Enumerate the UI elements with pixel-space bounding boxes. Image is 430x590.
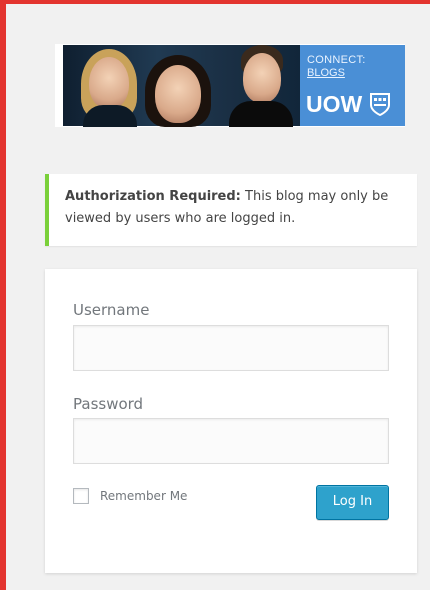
username-label: Username bbox=[73, 301, 150, 319]
login-form: Username Password Remember Me Log In bbox=[45, 269, 417, 573]
password-input[interactable] bbox=[73, 418, 389, 464]
username-input[interactable] bbox=[73, 325, 389, 371]
remember-me-checkbox[interactable] bbox=[73, 488, 89, 504]
connect-text: CONNECT: bbox=[307, 54, 366, 66]
banner-photo bbox=[63, 45, 300, 127]
page-frame: CONNECT: BLOGS UOW Authorization Require… bbox=[0, 0, 430, 590]
notice-bold-label: Authorization Required: bbox=[65, 189, 241, 204]
site-banner[interactable]: CONNECT: BLOGS UOW bbox=[55, 44, 405, 127]
uow-crest-icon bbox=[370, 93, 390, 116]
blogs-text: BLOGS bbox=[307, 67, 345, 79]
authorization-notice: Authorization Required: This blog may on… bbox=[45, 174, 417, 246]
banner-brand-panel: CONNECT: BLOGS UOW bbox=[300, 45, 405, 126]
uow-logo-text: UOW bbox=[306, 91, 363, 117]
remember-me-label[interactable]: Remember Me bbox=[100, 489, 187, 503]
password-label: Password bbox=[73, 395, 144, 413]
remember-me-option[interactable]: Remember Me bbox=[73, 488, 187, 504]
log-in-button[interactable]: Log In bbox=[316, 485, 389, 520]
